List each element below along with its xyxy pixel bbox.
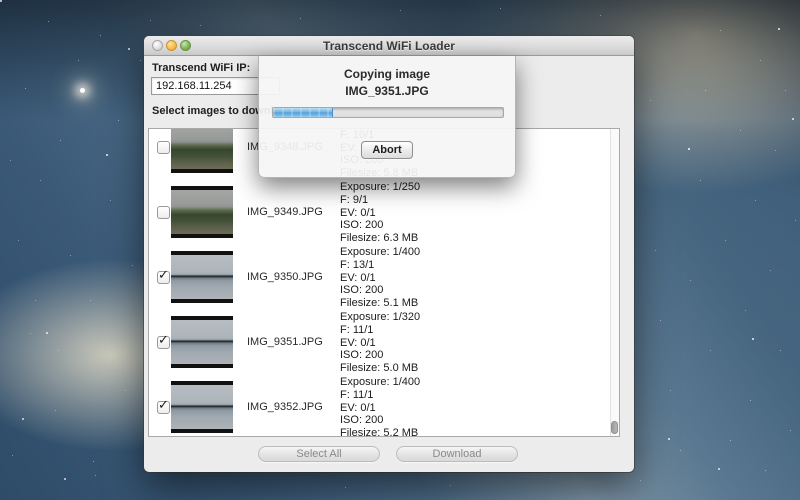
exif-detail-line: Exposure: 1/250	[340, 181, 420, 194]
thumbnail-photo	[171, 190, 233, 234]
thumbnail-photo	[171, 385, 233, 429]
scrollbar-thumb[interactable]	[611, 421, 618, 434]
exif-detail-line: ISO: 200	[340, 349, 420, 362]
exif-detail-line: Filesize: 5.1 MB	[340, 297, 420, 310]
image-filename: IMG_9350.JPG	[247, 271, 323, 283]
image-thumbnail	[171, 381, 233, 433]
thumbnail-photo	[171, 255, 233, 299]
image-checkbox[interactable]: ✓	[157, 336, 170, 349]
dialog-title: Copying image	[259, 67, 515, 81]
image-list-row: ✓ IMG_9350.JPG Exposure: 1/400F: 13/1EV:…	[149, 245, 619, 310]
copy-progress-dialog: Copying image IMG_9351.JPG Abort	[258, 56, 516, 178]
exif-detail-line: EV: 0/1	[340, 207, 420, 220]
exif-detail-line: EV: 0/1	[340, 402, 420, 415]
exif-detail-line: Exposure: 1/400	[340, 376, 420, 389]
exif-detail-line: ISO: 200	[340, 284, 420, 297]
exif-detail-line: F: 9/1	[340, 194, 420, 207]
exif-details: Exposure: 1/320F: 11/1EV: 0/1ISO: 200Fil…	[340, 311, 420, 375]
image-list-row: IMG_9349.JPG Exposure: 1/250F: 9/1EV: 0/…	[149, 180, 619, 245]
image-checkbox[interactable]	[157, 141, 170, 154]
titlebar[interactable]: Transcend WiFi Loader	[144, 36, 634, 56]
exif-detail-line: F: 11/1	[340, 389, 420, 402]
exif-detail-line: ISO: 200	[340, 219, 420, 232]
abort-button[interactable]: Abort	[361, 141, 413, 159]
exif-detail-line: Exposure: 1/400	[340, 246, 420, 259]
image-thumbnail	[171, 186, 233, 238]
exif-detail-line: Filesize: 5.2 MB	[340, 427, 420, 437]
image-filename: IMG_9351.JPG	[247, 336, 323, 348]
exif-detail-line: EV: 0/1	[340, 272, 420, 285]
bright-star	[80, 88, 85, 93]
exif-details: Exposure: 1/250F: 9/1EV: 0/1ISO: 200File…	[340, 181, 420, 245]
scrollbar-track[interactable]	[610, 129, 619, 436]
select-all-button[interactable]: Select All	[258, 446, 380, 462]
exif-detail-line: F: 11/1	[340, 324, 420, 337]
ip-label: Transcend WiFi IP:	[152, 62, 250, 74]
image-filename: IMG_9349.JPG	[247, 206, 323, 218]
checkmark-icon: ✓	[158, 333, 169, 346]
thumbnail-photo	[171, 320, 233, 364]
download-button[interactable]: Download	[396, 446, 518, 462]
thumbnail-photo	[171, 128, 233, 169]
checkmark-icon: ✓	[158, 268, 169, 281]
progress-bar-fill	[273, 108, 333, 117]
exif-detail-line: Filesize: 6.3 MB	[340, 232, 420, 245]
image-checkbox[interactable]: ✓	[157, 401, 170, 414]
exif-detail-line: Exposure: 1/320	[340, 311, 420, 324]
progress-bar	[272, 107, 504, 118]
starfield-bright	[0, 0, 2, 2]
image-checkbox[interactable]: ✓	[157, 271, 170, 284]
exif-detail-line: Filesize: 5.0 MB	[340, 362, 420, 375]
exif-detail-line: F: 13/1	[340, 259, 420, 272]
checkmark-icon: ✓	[158, 398, 169, 411]
image-thumbnail	[171, 128, 233, 173]
exif-detail-line: ISO: 200	[340, 414, 420, 427]
image-filename: IMG_9352.JPG	[247, 401, 323, 413]
exif-details: Exposure: 1/400F: 13/1EV: 0/1ISO: 200Fil…	[340, 246, 420, 310]
exif-detail-line: EV: 0/1	[340, 337, 420, 350]
image-list-row: ✓ IMG_9351.JPG Exposure: 1/320F: 11/1EV:…	[149, 310, 619, 375]
image-list-row: ✓ IMG_9352.JPG Exposure: 1/400F: 11/1EV:…	[149, 375, 619, 437]
window-title: Transcend WiFi Loader	[144, 39, 634, 53]
exif-details: Exposure: 1/400F: 11/1EV: 0/1ISO: 200Fil…	[340, 376, 420, 437]
app-window: Transcend WiFi Loader Transcend WiFi IP:…	[144, 36, 634, 472]
image-checkbox[interactable]	[157, 206, 170, 219]
dialog-filename: IMG_9351.JPG	[259, 84, 515, 98]
image-thumbnail	[171, 316, 233, 368]
image-thumbnail	[171, 251, 233, 303]
